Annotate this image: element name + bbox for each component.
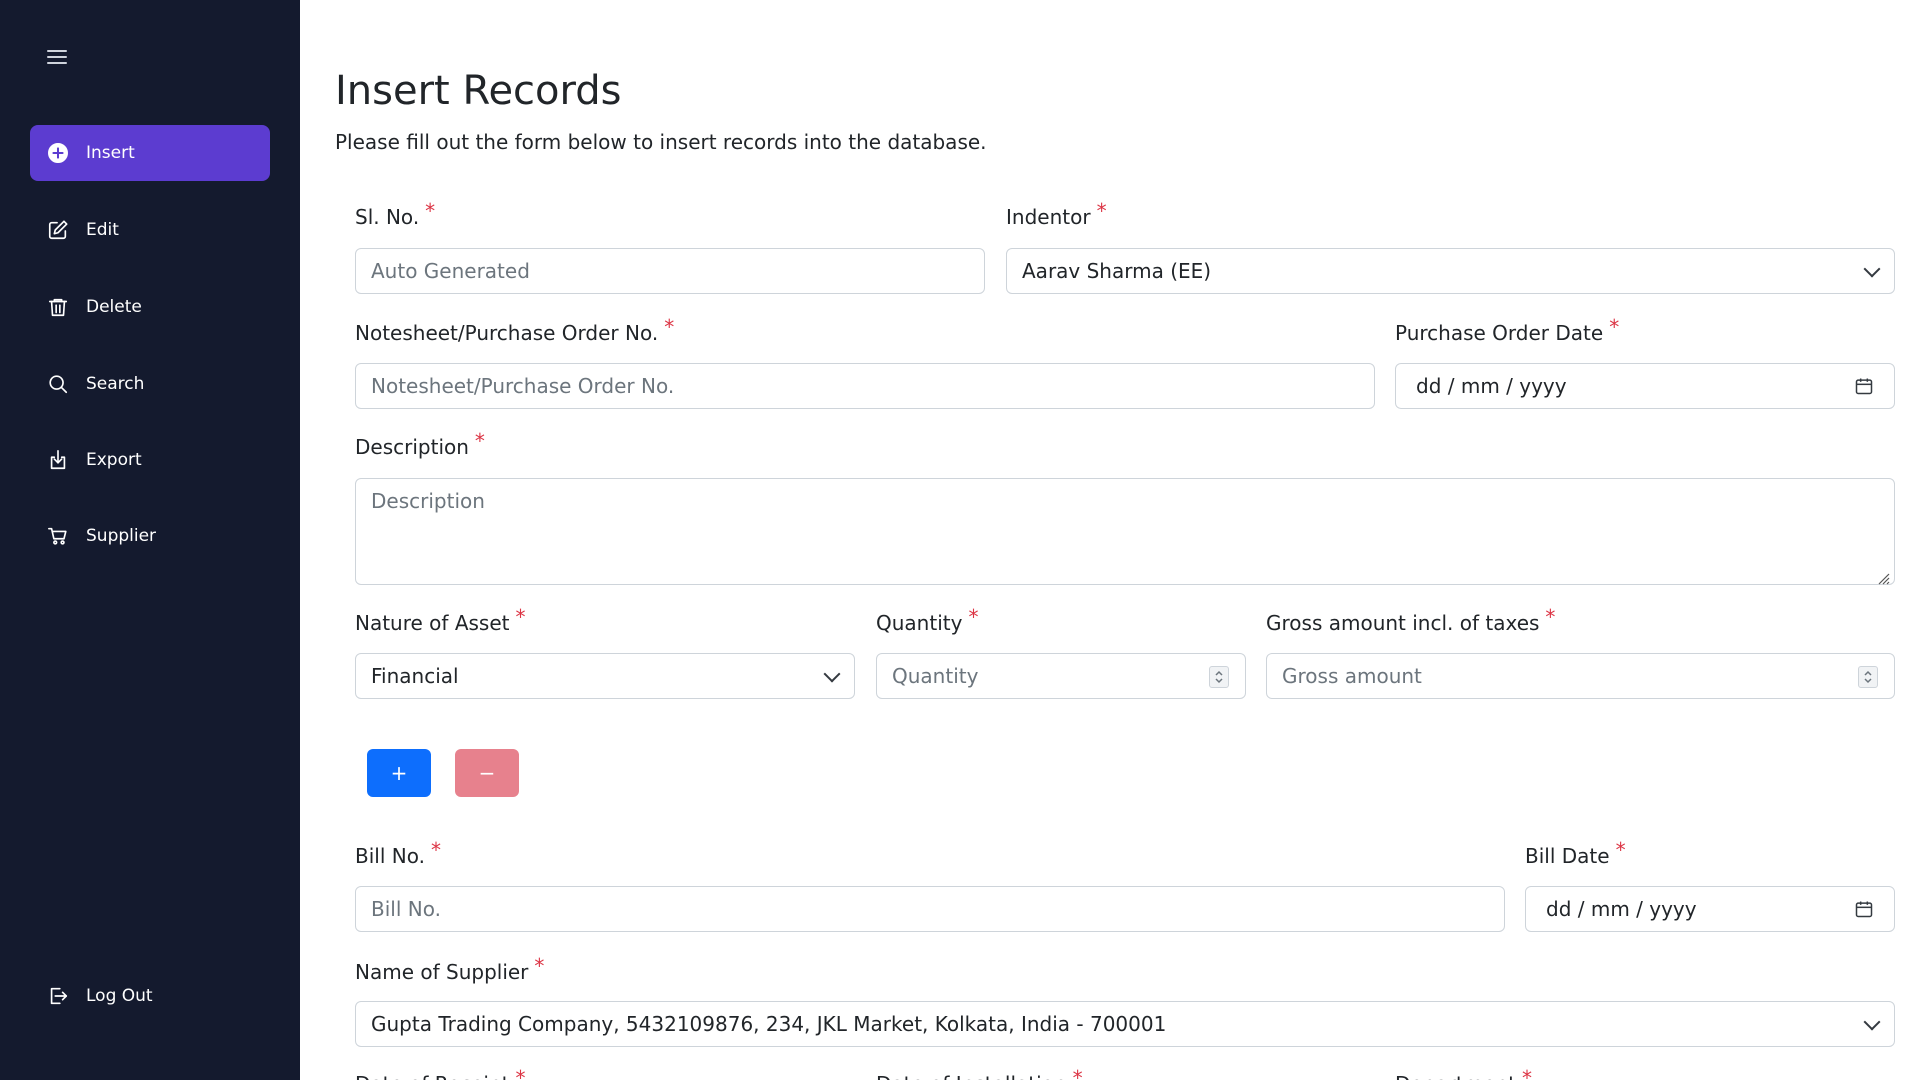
sidebar-item-label: Edit	[86, 220, 119, 240]
add-row-button[interactable]: +	[367, 749, 431, 797]
page-title: Insert Records	[335, 68, 622, 114]
sidebar-item-export[interactable]: Export	[30, 432, 270, 488]
chevron-down-icon	[1863, 1013, 1881, 1031]
chevron-down-icon	[1863, 260, 1881, 278]
edit-icon	[46, 218, 70, 242]
bill-date-input[interactable]: dd / mm / yyyy	[1525, 886, 1895, 932]
bill-no-label: Bill No. *	[355, 838, 441, 868]
sidebar-item-insert[interactable]: Insert	[30, 125, 270, 181]
sidebar-item-supplier[interactable]: Supplier	[30, 508, 270, 564]
calendar-icon[interactable]	[1854, 376, 1874, 396]
sidebar-item-delete[interactable]: Delete	[30, 279, 270, 335]
nature-of-asset-label: Nature of Asset *	[355, 605, 526, 635]
logout-button[interactable]: Log Out	[30, 968, 270, 1024]
supplier-label: Name of Supplier *	[355, 954, 545, 984]
sidebar-item-search[interactable]: Search	[30, 356, 270, 412]
stepper-icon[interactable]	[1209, 666, 1229, 688]
quantity-input[interactable]: Quantity	[876, 653, 1246, 699]
plus-circle-icon	[46, 141, 70, 165]
sl-no-label: Sl. No. *	[355, 199, 436, 229]
sidebar-item-label: Delete	[86, 297, 142, 317]
po-date-label: Purchase Order Date *	[1395, 315, 1620, 345]
sidebar-item-label: Supplier	[86, 526, 157, 546]
sidebar: Insert Edit Delete Search Export Supplie…	[0, 0, 300, 1080]
sidebar-item-edit[interactable]: Edit	[30, 202, 270, 258]
po-no-label: Notesheet/Purchase Order No. *	[355, 315, 675, 345]
description-textarea[interactable]: Description	[355, 478, 1895, 585]
bill-date-label: Bill Date *	[1525, 838, 1626, 868]
chevron-down-icon	[823, 665, 841, 683]
main-content: Insert Records Please fill out the form …	[300, 0, 1920, 1080]
sidebar-item-label: Search	[86, 374, 145, 394]
indentor-select[interactable]: Aarav Sharma (EE)	[1006, 248, 1895, 294]
date-of-receipt-label: Date of Receipt*	[355, 1066, 526, 1080]
quantity-label: Quantity *	[876, 605, 979, 635]
download-icon	[46, 448, 70, 472]
hamburger-menu-icon[interactable]	[47, 50, 67, 64]
bill-no-input[interactable]: Bill No.	[355, 886, 1505, 932]
search-icon	[46, 372, 70, 396]
date-of-installation-label: Date of Installation*	[876, 1066, 1083, 1080]
indentor-label: Indentor *	[1006, 199, 1107, 229]
po-date-input[interactable]: dd / mm / yyyy	[1395, 363, 1895, 409]
nature-of-asset-select[interactable]: Financial	[355, 653, 855, 699]
remove-row-button[interactable]: −	[455, 749, 519, 797]
sidebar-item-label: Export	[86, 450, 142, 470]
trash-icon	[46, 295, 70, 319]
sidebar-item-label: Insert	[86, 143, 135, 163]
logout-icon	[46, 984, 70, 1008]
department-label: Department*	[1395, 1066, 1533, 1080]
logout-label: Log Out	[86, 986, 153, 1006]
po-no-input[interactable]: Notesheet/Purchase Order No.	[355, 363, 1375, 409]
gross-amount-label: Gross amount incl. of taxes *	[1266, 605, 1556, 635]
gross-amount-input[interactable]: Gross amount	[1266, 653, 1895, 699]
resize-handle-icon[interactable]	[1876, 566, 1890, 585]
calendar-icon[interactable]	[1854, 899, 1874, 919]
cart-icon	[46, 524, 70, 548]
description-label: Description *	[355, 429, 485, 459]
supplier-select[interactable]: Gupta Trading Company, 5432109876, 234, …	[355, 1001, 1895, 1047]
page-subtitle: Please fill out the form below to insert…	[335, 130, 987, 154]
sl-no-input[interactable]: Auto Generated	[355, 248, 985, 294]
stepper-icon[interactable]	[1858, 666, 1878, 688]
